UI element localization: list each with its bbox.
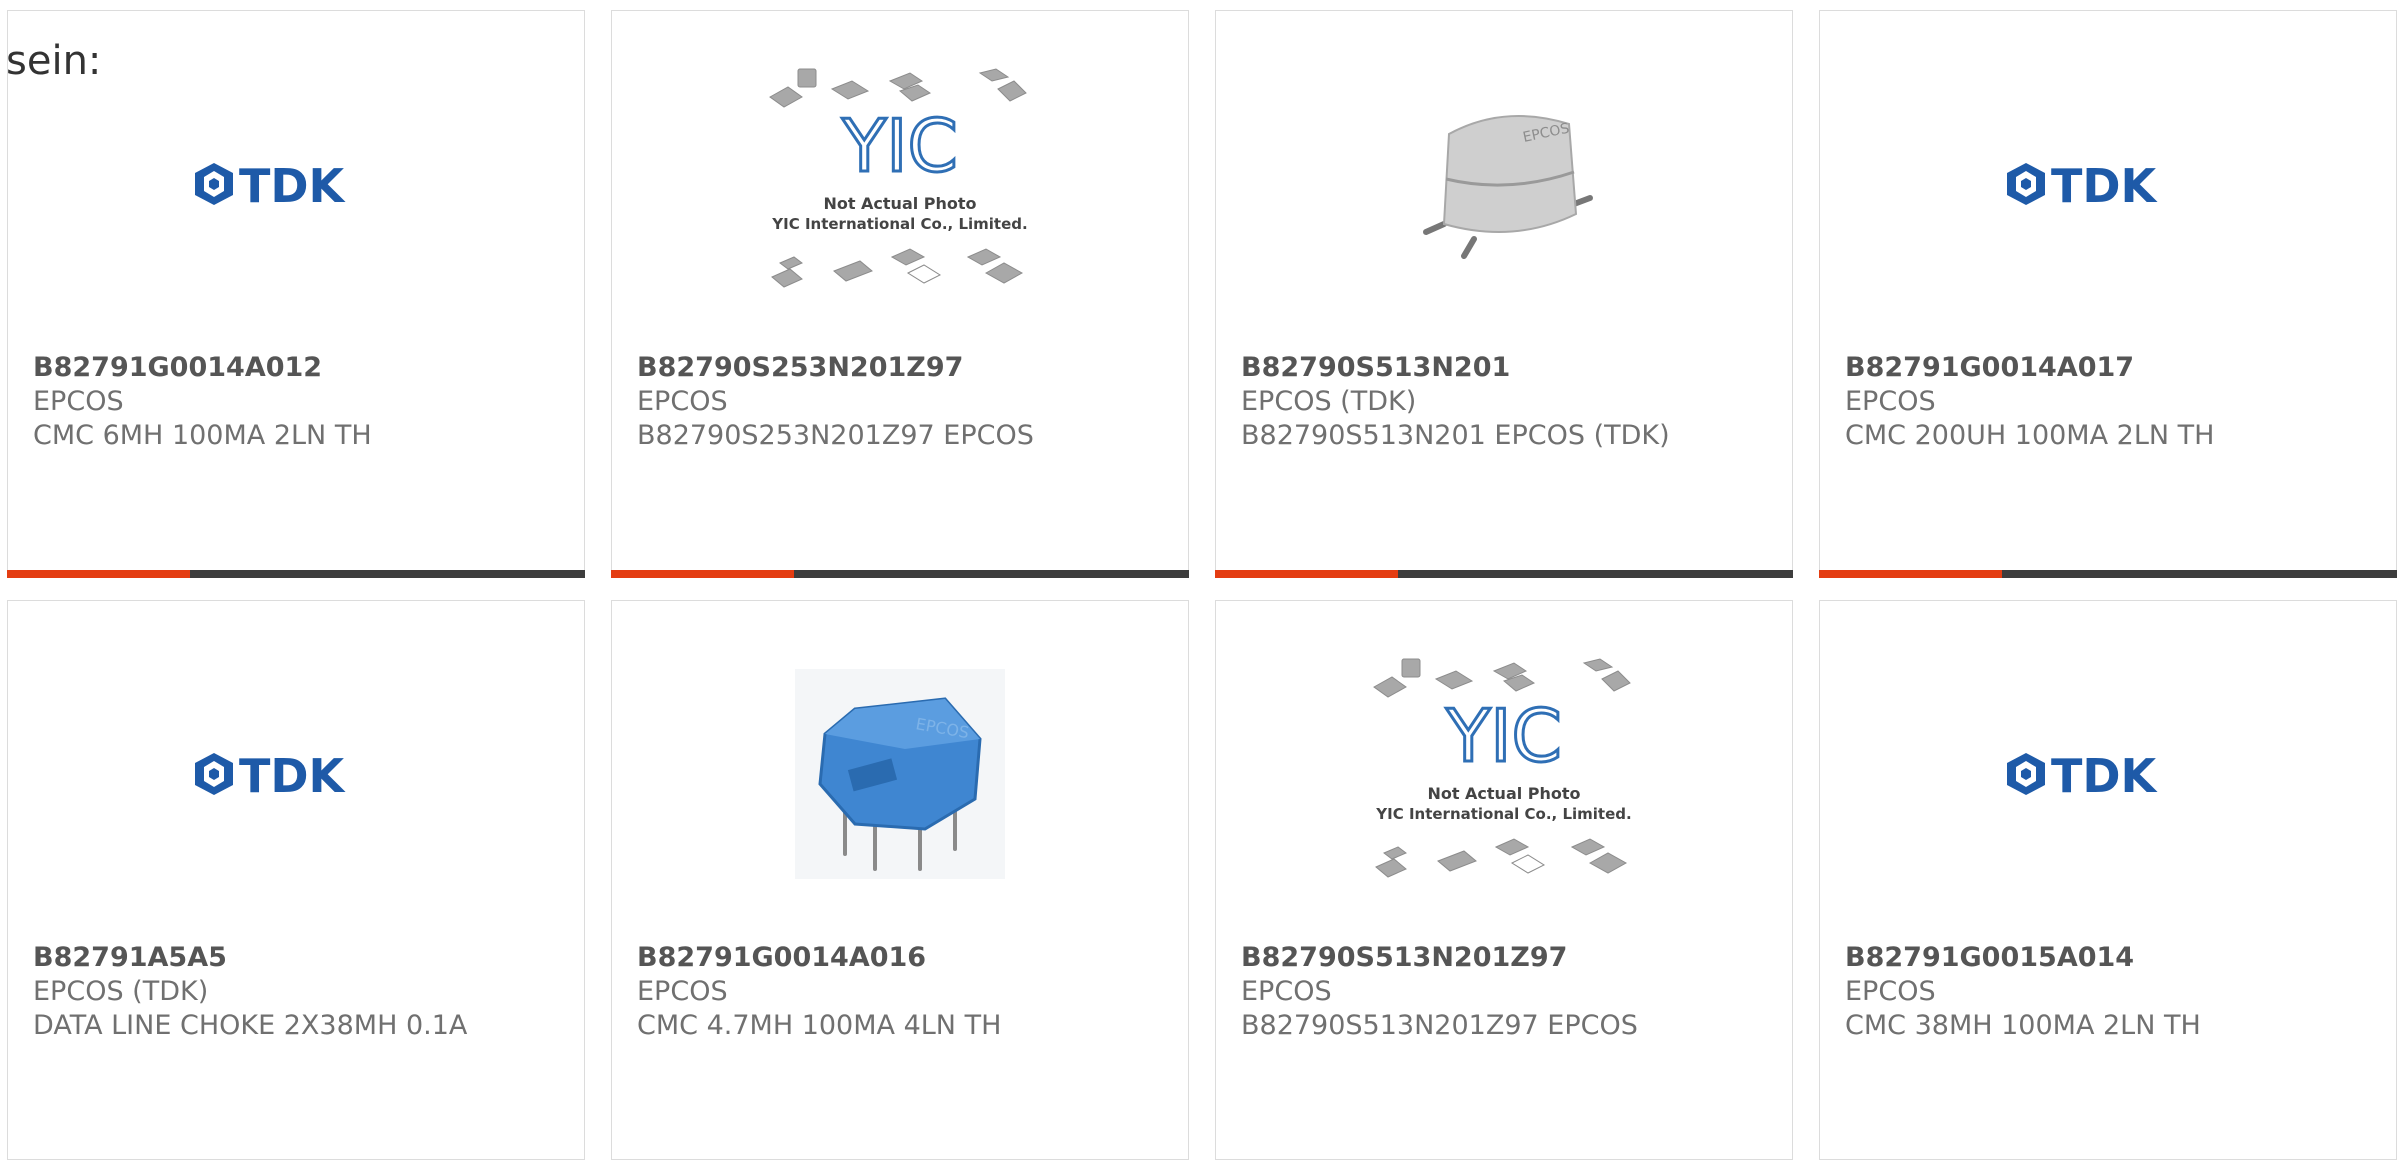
card-accent <box>611 570 794 578</box>
part-number[interactable]: B82790S513N201Z97 <box>1241 941 1782 975</box>
product-image: YIC Not Actual Photo YIC International C… <box>612 11 1188 356</box>
manufacturer: EPCOS (TDK) <box>1241 386 1417 417</box>
placeholder-icon: YIC Not Actual Photo YIC International C… <box>769 67 1028 288</box>
card-bottom-bar <box>611 570 1189 578</box>
description: B82790S513N201Z97 EPCOS <box>1241 1010 1638 1041</box>
tdk-logo-icon: TDK <box>195 749 347 799</box>
placeholder-line1: Not Actual Photo <box>823 194 976 213</box>
description: CMC 6MH 100MA 2LN TH <box>33 420 372 451</box>
manufacturer: EPCOS (TDK) <box>33 976 209 1007</box>
part-number[interactable]: B82791G0014A016 <box>637 941 1178 975</box>
manufacturer: EPCOS <box>33 386 124 417</box>
logo-brand: TDK <box>239 749 347 799</box>
logo-brand: TDK <box>239 159 347 209</box>
manufacturer: EPCOS <box>1241 976 1332 1007</box>
product-card[interactable]: EPCOS B82790S513N201 EPCOS (TDK) B82790S… <box>1215 10 1793 578</box>
placeholder-line2: YIC International Co., Limited. <box>771 215 1027 233</box>
product-card[interactable]: YIC Not Actual Photo YIC International C… <box>611 10 1189 578</box>
part-number[interactable]: B82791G0014A017 <box>1845 351 2386 385</box>
card-bottom-bar <box>7 570 585 578</box>
product-image: TDK <box>8 601 584 946</box>
manufacturer: EPCOS <box>637 976 728 1007</box>
yic-mark: YIC <box>1445 694 1562 778</box>
card-accent <box>1215 570 1398 578</box>
tdk-logo-icon: TDK <box>2007 749 2159 799</box>
part-number[interactable]: B82791G0014A012 <box>33 351 574 385</box>
description: CMC 200UH 100MA 2LN TH <box>1845 420 2215 451</box>
card-bottom-bar <box>1215 570 1793 578</box>
product-card[interactable]: TDK B82791A5A5 EPCOS (TDK) DATA LINE CHO… <box>7 600 585 1160</box>
intro-text: sein: <box>6 38 102 84</box>
logo-brand: TDK <box>2051 749 2159 799</box>
product-card[interactable]: EPCOS B82791G0014A016 EPCOS CMC 4.7MH 10… <box>611 600 1189 1160</box>
product-image: YIC Not Actual Photo YIC International C… <box>1216 601 1792 946</box>
product-card[interactable]: TDK B82791G0014A017 EPCOS CMC 200UH 100M… <box>1819 10 2397 578</box>
tdk-logo-icon: TDK <box>195 159 347 209</box>
placeholder-line2: YIC International Co., Limited. <box>1375 805 1631 823</box>
product-image: EPCOS <box>612 601 1188 946</box>
gray-choke-photo-icon: EPCOS <box>1423 114 1593 259</box>
manufacturer: EPCOS <box>637 386 728 417</box>
description: B82790S513N201 EPCOS (TDK) <box>1241 420 1670 451</box>
description: CMC 4.7MH 100MA 4LN TH <box>637 1010 1002 1041</box>
product-image: TDK <box>1820 11 2396 356</box>
part-number[interactable]: B82791G0015A014 <box>1845 941 2386 975</box>
manufacturer: EPCOS <box>1845 386 1936 417</box>
placeholder-line1: Not Actual Photo <box>1427 784 1580 803</box>
yic-mark: YIC <box>841 104 958 188</box>
logo-brand: TDK <box>2051 159 2159 209</box>
part-number[interactable]: B82791A5A5 <box>33 941 574 975</box>
card-accent <box>1819 570 2002 578</box>
product-card[interactable]: TDK B82791G0015A014 EPCOS CMC 38MH 100MA… <box>1819 600 2397 1160</box>
product-card[interactable]: YIC Not Actual Photo YIC International C… <box>1215 600 1793 1160</box>
manufacturer: EPCOS <box>1845 976 1936 1007</box>
product-image: EPCOS <box>1216 11 1792 356</box>
card-accent <box>7 570 190 578</box>
description: DATA LINE CHOKE 2X38MH 0.1A <box>33 1010 468 1041</box>
part-number[interactable]: B82790S513N201 <box>1241 351 1782 385</box>
part-number[interactable]: B82790S253N201Z97 <box>637 351 1178 385</box>
description: CMC 38MH 100MA 2LN TH <box>1845 1010 2201 1041</box>
product-card[interactable]: TDK B82791G0014A012 EPCOS CMC 6MH 100MA … <box>7 10 585 578</box>
product-image: TDK <box>1820 601 2396 946</box>
blue-choke-photo-icon: EPCOS <box>795 668 1005 879</box>
placeholder-icon: YIC Not Actual Photo YIC International C… <box>1373 657 1632 878</box>
description: B82790S253N201Z97 EPCOS <box>637 420 1034 451</box>
tdk-logo-icon: TDK <box>2007 159 2159 209</box>
card-bottom-bar <box>1819 570 2397 578</box>
